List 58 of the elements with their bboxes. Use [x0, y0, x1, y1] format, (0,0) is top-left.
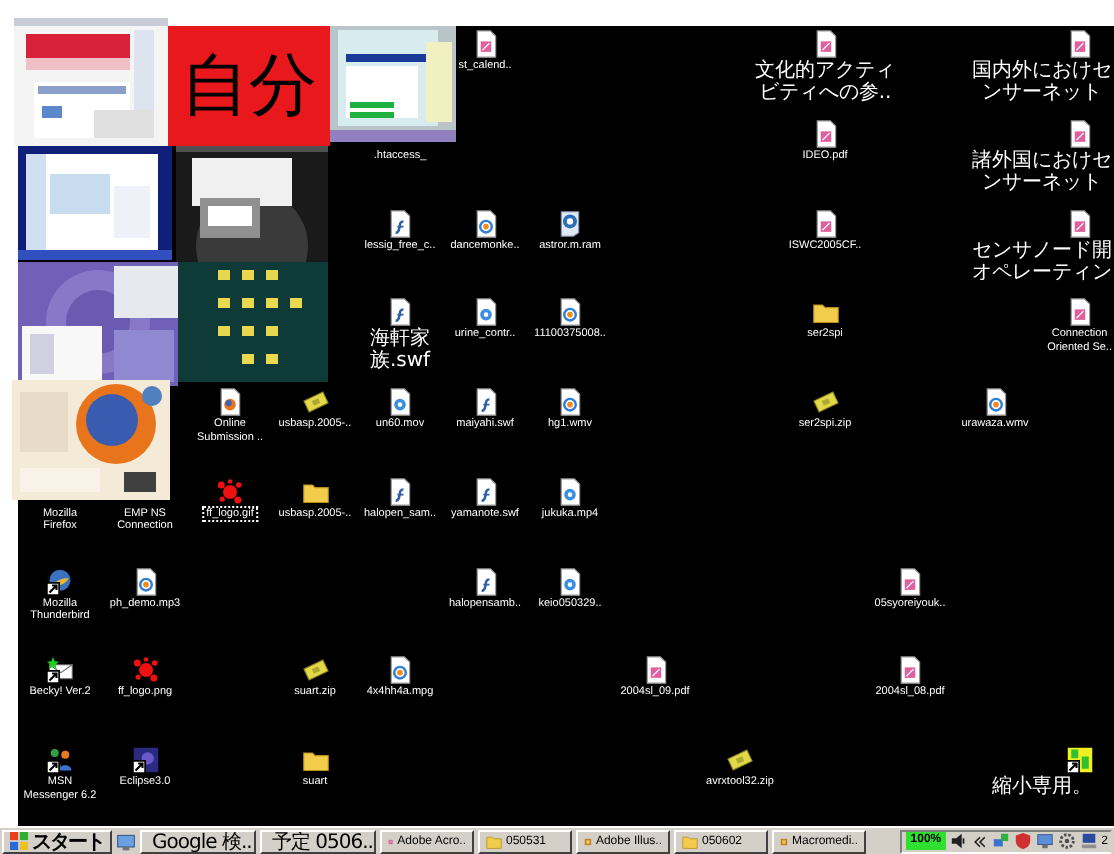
people-icon[interactable]	[46, 746, 74, 774]
show-desktop-icon[interactable]	[116, 831, 136, 851]
flash-file-icon[interactable]	[386, 209, 414, 237]
monitor-icon[interactable]	[1035, 832, 1054, 850]
speaker-icon[interactable]	[949, 832, 968, 850]
flash-file-icon[interactable]	[471, 567, 499, 595]
computer-icon[interactable]	[1079, 832, 1098, 850]
icon-label: 国内外におけセンサーネット	[970, 60, 1114, 104]
icon-label: 諸外国におけセンサーネット	[970, 149, 1114, 194]
media-file-icon[interactable]	[981, 388, 1009, 416]
media-file-icon[interactable]	[556, 388, 584, 416]
folder-icon[interactable]	[301, 746, 329, 774]
taskbar-button[interactable]: Google 検..	[140, 829, 256, 853]
folder-icon	[486, 833, 502, 849]
video-file-icon[interactable]	[386, 388, 414, 416]
flash-file-icon[interactable]	[386, 298, 414, 327]
media-file-icon[interactable]	[386, 656, 414, 685]
name-badge: 自分	[168, 26, 330, 146]
pdf-file-icon[interactable]	[811, 209, 839, 237]
pdf-file-icon[interactable]	[896, 567, 924, 595]
chevron-icon[interactable]	[971, 833, 988, 849]
folder-icon[interactable]	[811, 298, 839, 327]
pdf-file-icon[interactable]	[471, 30, 499, 58]
pdf-file-icon[interactable]	[641, 656, 669, 685]
flash-file-icon[interactable]	[471, 477, 499, 506]
icon-label: 海軒家族.swf	[367, 328, 433, 373]
icon-label: センサノード開オペレーティン	[970, 239, 1114, 283]
video-file-icon[interactable]	[471, 298, 499, 327]
pdf-file-icon[interactable]	[811, 119, 839, 148]
video-file-icon[interactable]	[556, 477, 584, 506]
icon-label: 縮小専用。	[990, 776, 1094, 798]
start-button[interactable]: スタート	[2, 829, 112, 853]
pdf-file-icon[interactable]	[1066, 119, 1094, 148]
media-file-icon[interactable]	[556, 298, 584, 327]
pdf-file-icon[interactable]	[1066, 209, 1094, 237]
video-file-icon[interactable]	[556, 567, 584, 595]
planet-icon[interactable]	[131, 746, 159, 774]
web-file-icon[interactable]	[216, 388, 244, 416]
windows-flag-icon	[10, 832, 28, 850]
splat-icon[interactable]	[131, 656, 159, 685]
media-file-icon[interactable]	[471, 209, 499, 237]
pdf-file-icon[interactable]	[1066, 298, 1094, 327]
pdf-file-icon[interactable]	[811, 30, 839, 58]
flash-file-icon[interactable]	[386, 477, 414, 506]
shield-icon[interactable]	[1013, 832, 1032, 850]
app-tile-icon	[584, 833, 592, 849]
media-file-icon[interactable]	[556, 209, 584, 237]
app-tile-icon	[780, 833, 788, 849]
flash-file-icon[interactable]	[471, 388, 499, 416]
envelope-icon[interactable]	[46, 656, 74, 685]
folder-icon	[682, 833, 698, 849]
app-tile-icon[interactable]	[1066, 746, 1094, 774]
icon-label: 文化的アクティビティへの参..	[753, 60, 897, 104]
pdf-file-icon[interactable]	[1066, 30, 1094, 58]
splat-icon[interactable]	[216, 477, 244, 506]
pdf-file-icon[interactable]	[896, 656, 924, 685]
gear-icon[interactable]	[1057, 832, 1076, 850]
media-file-icon[interactable]	[131, 567, 159, 595]
